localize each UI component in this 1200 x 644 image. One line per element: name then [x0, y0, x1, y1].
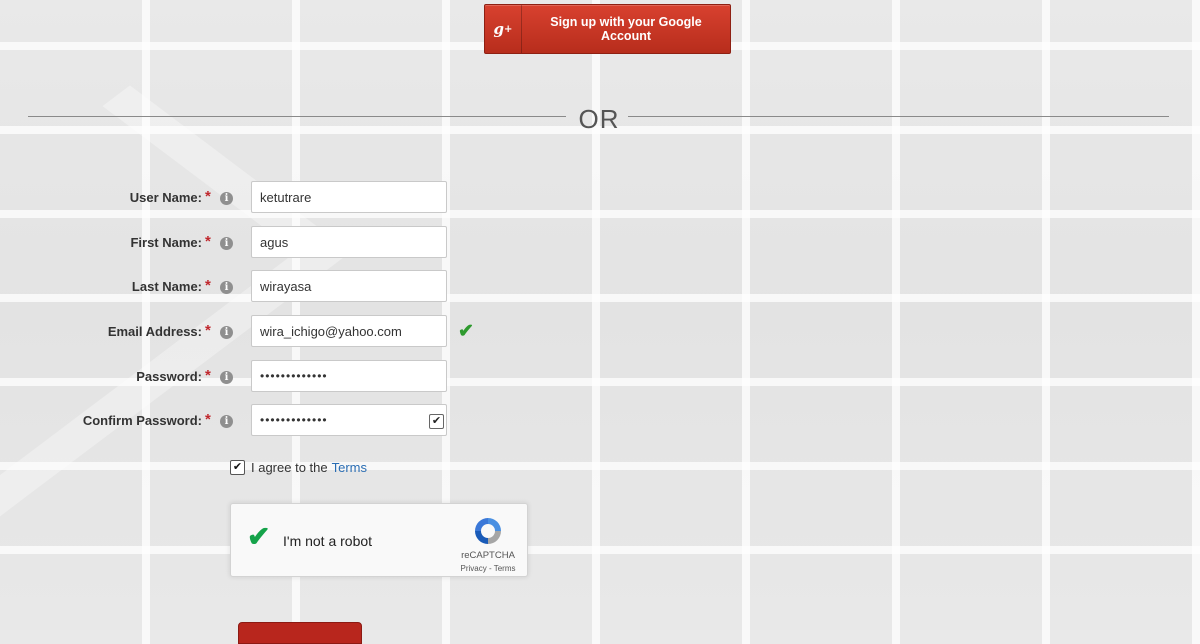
- terms-checkbox[interactable]: ✔: [230, 460, 245, 475]
- first-name-input[interactable]: [251, 226, 447, 258]
- password-label: Password:: [136, 369, 202, 384]
- last-name-label: Last Name:: [131, 279, 202, 294]
- first-name-label: First Name:: [130, 235, 202, 250]
- required-marker: *: [205, 233, 211, 250]
- info-icon[interactable]: i: [220, 326, 233, 339]
- google-signup-label: Sign up with your Google Account: [550, 15, 702, 43]
- required-marker: *: [205, 367, 211, 384]
- match-check-icon: ✔: [429, 414, 444, 429]
- required-marker: *: [205, 411, 211, 428]
- required-marker: *: [205, 322, 211, 339]
- recaptcha-brand: reCAPTCHA: [461, 550, 515, 561]
- terms-text: I agree to the: [251, 460, 328, 475]
- divider-line-right: [628, 116, 1169, 117]
- user-name-input[interactable]: [251, 181, 447, 213]
- confirm-password-input[interactable]: [251, 404, 447, 436]
- divider-line-left: [28, 116, 566, 117]
- info-icon[interactable]: i: [220, 371, 233, 384]
- google-signup-button[interactable]: g + Sign up with your Google Account: [484, 4, 731, 54]
- recaptcha-logo-icon: [475, 518, 501, 544]
- info-icon[interactable]: i: [220, 281, 233, 294]
- google-plus-icon: g +: [485, 5, 522, 53]
- recaptcha-checkmark-icon[interactable]: ✔: [247, 520, 270, 553]
- valid-check-icon: ✔: [458, 321, 474, 342]
- recaptcha-widget: ✔ I'm not a robot reCAPTCHA Privacy - Te…: [230, 503, 528, 577]
- required-marker: *: [205, 188, 211, 205]
- password-input[interactable]: [251, 360, 447, 392]
- terms-link[interactable]: Terms: [332, 460, 367, 475]
- email-input[interactable]: [251, 315, 447, 347]
- submit-button[interactable]: [238, 622, 362, 644]
- confirm-password-label: Confirm Password:: [82, 413, 202, 428]
- recaptcha-label: I'm not a robot: [283, 533, 373, 549]
- recaptcha-links[interactable]: Privacy - Terms: [451, 564, 525, 573]
- user-name-label: User Name:: [129, 190, 202, 205]
- info-icon[interactable]: i: [220, 237, 233, 250]
- last-name-input[interactable]: [251, 270, 447, 302]
- terms-agreement: ✔ I agree to the Terms: [230, 460, 367, 475]
- info-icon[interactable]: i: [220, 192, 233, 205]
- required-marker: *: [205, 277, 211, 294]
- info-icon[interactable]: i: [220, 415, 233, 428]
- or-divider: OR: [578, 104, 620, 134]
- email-label: Email Address:: [107, 324, 202, 339]
